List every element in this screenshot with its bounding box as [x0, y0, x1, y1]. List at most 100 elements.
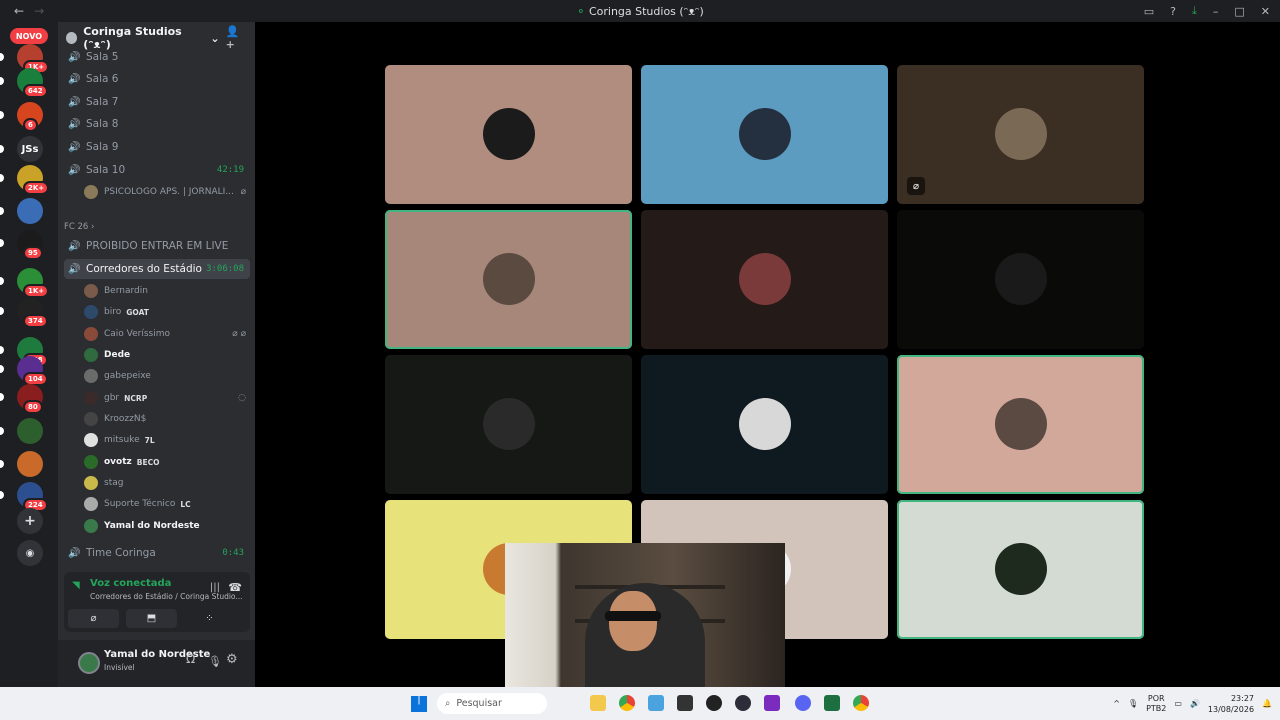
minimize-icon[interactable]: –	[1213, 5, 1219, 18]
explore-icon[interactable]: ◉	[17, 540, 43, 566]
headset-toggle-icon[interactable]: Ω	[186, 652, 195, 666]
noise-suppression-icon[interactable]: |||	[210, 582, 220, 593]
kick-icon[interactable]	[764, 695, 780, 711]
server-icon[interactable]	[17, 451, 43, 477]
chrome-icon[interactable]	[619, 695, 635, 711]
voice-channel-active[interactable]: 🔊 Corredores do Estádio 3:06:08	[64, 259, 250, 279]
server-icon[interactable]	[17, 198, 43, 224]
app-icon[interactable]	[706, 695, 722, 711]
chevron-up-icon[interactable]: ^	[1113, 699, 1120, 708]
disconnect-icon[interactable]: ☎	[228, 581, 242, 594]
microphone-icon[interactable]: 🎙	[208, 655, 222, 668]
voice-member[interactable]: stag	[84, 473, 250, 493]
volume-icon[interactable]: 🔊	[1190, 699, 1200, 708]
voice-member[interactable]: gabepeixe	[84, 366, 250, 386]
voice-member[interactable]: biro GOAT	[84, 302, 250, 322]
settings-gear-icon[interactable]: ⚙	[226, 652, 238, 667]
file-explorer-icon[interactable]	[590, 695, 606, 711]
voice-member[interactable]: PSICOLOGO APS. | JORNALI... ⌀	[84, 182, 250, 202]
avatar[interactable]	[78, 652, 100, 674]
voice-member[interactable]: Caio Veríssimo ⌀ ⌀	[84, 324, 250, 344]
voice-member[interactable]: KroozzN$	[84, 409, 250, 429]
voice-member[interactable]: gbr NCRP ◌	[84, 388, 250, 408]
channel-name: Time Coringa	[86, 547, 156, 559]
voice-channel[interactable]: 🔊 Sala 7	[64, 92, 250, 112]
chevron-right-icon: ›	[91, 222, 95, 232]
video-tile[interactable]	[897, 355, 1144, 494]
network-icon[interactable]: ▭	[1174, 699, 1182, 708]
server-icon[interactable]	[17, 418, 43, 444]
clock[interactable]: 23:27 13/08/2026	[1208, 693, 1254, 715]
speaker-icon: 🔊	[68, 51, 81, 63]
server-tag: NCRP	[124, 393, 148, 403]
help-icon[interactable]: ?	[1170, 5, 1176, 18]
voice-location[interactable]: Corredores do Estádio / Coringa Studio..…	[90, 592, 243, 601]
user-panel: Yamal do Nordeste Invisível 🎙 🎧 ∩ Ω ⚙	[58, 640, 255, 687]
camera-button[interactable]: ⌀	[68, 609, 119, 628]
voice-channel[interactable]: 🔊 PROIBIDO ENTRAR EM LIVE	[64, 236, 250, 256]
video-tile[interactable]: ⌀	[897, 65, 1144, 204]
download-icon[interactable]: ⤓	[1192, 4, 1197, 18]
signal-icon[interactable]: ◥	[72, 580, 80, 591]
screen-share-button[interactable]: ⬒	[126, 609, 177, 628]
windows-start-icon[interactable]	[411, 696, 427, 712]
app-icon[interactable]	[677, 695, 693, 711]
voice-member[interactable]: Yamal do Nordeste	[84, 516, 250, 536]
video-tile[interactable]	[897, 500, 1144, 639]
close-icon[interactable]: ✕	[1261, 5, 1270, 18]
voice-channel[interactable]: 🔊 Sala 5	[64, 47, 250, 67]
streaming-icon: ◌	[238, 393, 246, 403]
unread-pill	[0, 77, 4, 85]
excel-icon[interactable]	[824, 695, 840, 711]
avatar	[84, 455, 98, 469]
maximize-icon[interactable]: □	[1234, 5, 1244, 18]
voice-channel[interactable]: 🔊 Sala 8	[64, 114, 250, 134]
member-name: Dede	[104, 350, 131, 360]
discord-icon[interactable]	[795, 695, 811, 711]
server-icon[interactable]: JSs	[17, 136, 43, 162]
category-header[interactable]: FC 26 ›	[64, 222, 94, 232]
avatar	[84, 497, 98, 511]
video-tile[interactable]	[641, 65, 888, 204]
voice-member[interactable]: Dede	[84, 345, 250, 365]
chrome-icon[interactable]	[853, 695, 869, 711]
voice-member[interactable]: Bernardin	[84, 281, 250, 301]
taskbar-search[interactable]: ⌕ Pesquisar	[437, 693, 547, 714]
voice-member[interactable]: ovotz BECO	[84, 452, 250, 472]
add-server-icon[interactable]: +	[17, 508, 43, 534]
voice-member[interactable]: mitsuke 7L	[84, 430, 250, 450]
webcam-sunglasses	[605, 611, 661, 621]
video-tile[interactable]	[385, 355, 632, 494]
inbox-icon[interactable]: ▭	[1144, 5, 1154, 18]
video-tile[interactable]	[385, 65, 632, 204]
arrow-right-icon[interactable]: →	[34, 4, 44, 18]
app-icon[interactable]	[735, 695, 751, 711]
notification-icon[interactable]: 🔔	[1262, 699, 1272, 708]
mic-muted-icon: ⌀	[240, 187, 246, 197]
voice-member[interactable]: Suporte Técnico LC	[84, 494, 250, 514]
channel-name: Sala 5	[86, 51, 119, 63]
avatar	[84, 369, 98, 383]
video-tile[interactable]	[641, 210, 888, 349]
mention-badge: 95	[23, 246, 43, 260]
language-indicator[interactable]: POR PTB2	[1146, 694, 1166, 714]
speaker-icon: 🔊	[68, 263, 81, 275]
voice-channel[interactable]: 🔊 Sala 6	[64, 69, 250, 89]
voice-channel[interactable]: 🔊 Sala 9	[64, 137, 250, 157]
video-tile[interactable]	[385, 210, 632, 349]
video-tile[interactable]	[897, 210, 1144, 349]
microphone-icon[interactable]: 🎙	[1128, 699, 1138, 708]
channel-timer: 3:06:08	[206, 264, 244, 274]
app-icon[interactable]	[648, 695, 664, 711]
avatar	[84, 185, 98, 199]
voice-channel[interactable]: 🔊 Time Coringa 0:43	[64, 543, 250, 563]
channel-sidebar: Coringa Studios (ᵔᴥᵔ) ⌄ 👤+ ◥ Voz conecta…	[58, 22, 255, 687]
video-tile[interactable]	[641, 355, 888, 494]
novo-badge[interactable]: NOVO	[10, 28, 48, 44]
arrow-left-icon[interactable]: ←	[14, 4, 24, 18]
activities-button[interactable]: ⁘	[184, 609, 235, 628]
member-name: Yamal do Nordeste	[104, 521, 200, 531]
member-name: ovotz	[104, 457, 132, 467]
voice-channel[interactable]: 🔊 Sala 10 42:19	[64, 160, 250, 180]
mention-badge: 6	[23, 118, 38, 132]
